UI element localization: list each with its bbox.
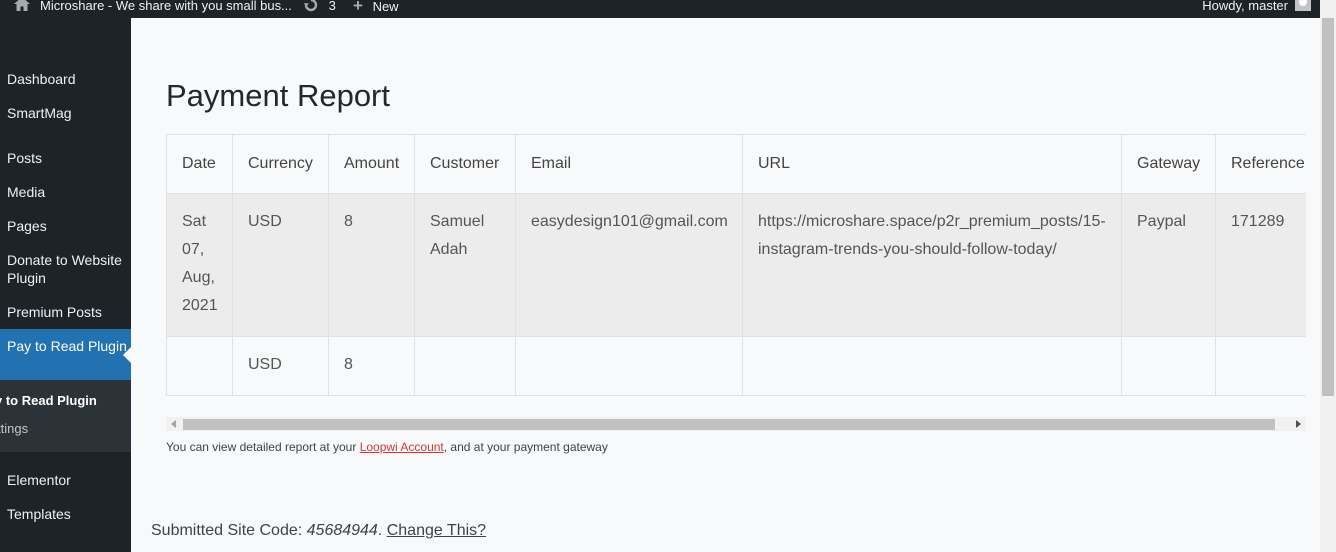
- payment-report-table: Date Currency Amount Customer Email URL …: [166, 134, 1306, 396]
- avatar[interactable]: [1295, 0, 1311, 11]
- plus-icon: +: [353, 0, 363, 15]
- report-table-container: Date Currency Amount Customer Email URL …: [166, 134, 1306, 396]
- column-header: Gateway: [1121, 134, 1216, 194]
- change-site-code-link[interactable]: Change This?: [387, 522, 486, 539]
- site-code-separator: .: [377, 522, 387, 539]
- column-header: Reference: [1215, 134, 1306, 194]
- page-title: Payment Report: [166, 78, 390, 113]
- site-name-link[interactable]: Microshare - We share with you small bus…: [40, 0, 292, 17]
- admin-sidebar: Dashboard SmartMag Posts Media Pages Don…: [0, 18, 131, 552]
- scroll-right-icon[interactable]: [1296, 420, 1301, 428]
- howdy-user-link[interactable]: Howdy, master: [1202, 0, 1288, 17]
- table-cell: Sat 07, Aug, 2021: [166, 193, 233, 337]
- table-cell: https://microshare.space/p2r_premium_pos…: [742, 193, 1122, 337]
- table-cell: 171289: [1215, 193, 1306, 337]
- sidebar-submenu: y to Read Plugin ttings: [0, 380, 131, 452]
- table-row: Sat 07, Aug, 2021 USD 8 Samuel Adah easy…: [166, 193, 1306, 337]
- submenu-item-settings[interactable]: ttings: [0, 421, 28, 436]
- sidebar-item-templates[interactable]: Templates: [0, 505, 131, 523]
- sidebar-item-donate-plugin[interactable]: Donate to Website Plugin: [0, 251, 131, 287]
- sidebar-item-elementor[interactable]: Elementor: [0, 471, 131, 489]
- table-cell: USD: [232, 193, 329, 337]
- submenu-item-pay-to-read[interactable]: y to Read Plugin: [0, 393, 97, 408]
- column-header: Customer: [414, 134, 516, 194]
- column-header: Amount: [328, 134, 415, 194]
- note-suffix: , and at your payment gateway: [443, 440, 608, 454]
- scrollbar-thumb[interactable]: [1322, 18, 1334, 396]
- table-header-row: Date Currency Amount Customer Email URL …: [166, 134, 1306, 194]
- table-cell: 8: [328, 336, 415, 396]
- sidebar-item-smartmag[interactable]: SmartMag: [0, 104, 131, 122]
- site-code-line: Submitted Site Code: 45684944. Change Th…: [151, 522, 486, 540]
- sidebar-item-premium-posts[interactable]: Premium Posts: [0, 303, 131, 321]
- column-header: Email: [515, 134, 743, 194]
- admin-bar: Microshare - We share with you small bus…: [0, 0, 1336, 18]
- table-cell: [166, 336, 233, 396]
- updates-link[interactable]: 3: [303, 0, 336, 17]
- sidebar-item-pages[interactable]: Pages: [0, 217, 131, 235]
- sidebar-item-pay-to-read[interactable]: Pay to Read Plugin: [0, 329, 131, 380]
- home-icon[interactable]: [13, 0, 31, 12]
- table-cell: [515, 336, 743, 396]
- table-cell: [414, 336, 516, 396]
- main-content: Payment Report Date Currency Amount Cust…: [131, 18, 1320, 552]
- table-cell: easydesign101@gmail.com: [515, 193, 743, 337]
- sidebar-item-posts[interactable]: Posts: [0, 149, 131, 167]
- updates-count: 3: [328, 0, 336, 13]
- refresh-icon: [304, 0, 318, 12]
- table-row: USD 8: [166, 336, 1306, 396]
- scrollbar-thumb[interactable]: [183, 419, 1275, 430]
- new-label: New: [372, 0, 399, 14]
- table-cell: [742, 336, 1122, 396]
- table-cell: Samuel Adah: [414, 193, 516, 337]
- new-content-link[interactable]: + New: [353, 0, 399, 17]
- table-cell: [1121, 336, 1216, 396]
- page-vertical-scrollbar[interactable]: [1320, 0, 1336, 552]
- column-header: URL: [742, 134, 1122, 194]
- scroll-left-icon[interactable]: [171, 420, 176, 428]
- sidebar-item-dashboard[interactable]: Dashboard: [0, 70, 131, 88]
- site-code-label: Submitted Site Code:: [151, 522, 307, 539]
- table-cell: Paypal: [1121, 193, 1216, 337]
- column-header: Currency: [232, 134, 329, 194]
- note-prefix: You can view detailed report at your: [166, 440, 360, 454]
- site-code-value: 45684944: [306, 522, 378, 539]
- table-cell: [1215, 336, 1306, 396]
- table-cell: USD: [232, 336, 329, 396]
- report-note: You can view detailed report at your Loo…: [166, 440, 608, 454]
- table-horizontal-scrollbar[interactable]: [166, 417, 1306, 431]
- sidebar-item-media[interactable]: Media: [0, 183, 131, 201]
- column-header: Date: [166, 134, 233, 194]
- table-cell: 8: [328, 193, 415, 337]
- loopwi-account-link[interactable]: Loopwi Account: [360, 440, 444, 454]
